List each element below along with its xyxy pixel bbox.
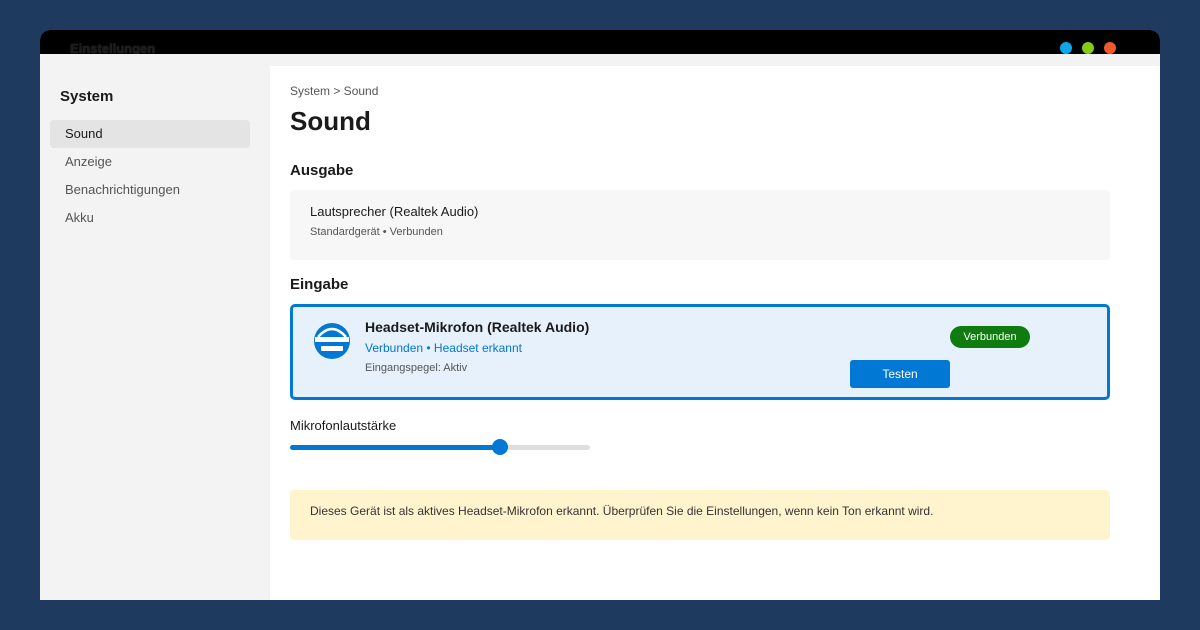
mic-volume-thumb[interactable] (492, 439, 508, 455)
test-button[interactable]: Testen (850, 360, 950, 388)
output-section-title: Ausgabe (290, 162, 354, 179)
connected-badge: Verbunden (950, 326, 1030, 348)
mic-volume-slider[interactable] (290, 439, 590, 455)
output-device-status: Standardgerät • Verbunden (310, 226, 443, 238)
sidebar-item-sound[interactable]: Sound (50, 120, 250, 148)
output-device-name: Lautsprecher (Realtek Audio) (310, 204, 479, 219)
window-title: Einstellungen (70, 42, 156, 54)
mic-volume-fill (290, 445, 500, 450)
headset-icon (314, 323, 350, 359)
input-device-card[interactable]: Headset-Mikrofon (Realtek Audio) Verbund… (290, 304, 1110, 400)
input-level-text: Eingangspegel: Aktiv (365, 362, 468, 374)
info-notice: Dieses Gerät ist als aktives Headset-Mik… (290, 490, 1110, 540)
sidebar: System Sound Anzeige Benachrichtigungen … (40, 54, 260, 600)
breadcrumb[interactable]: System > Sound (290, 84, 378, 98)
mic-volume-label: Mikrofonlautstärke (290, 418, 397, 433)
input-device-name: Headset-Mikrofon (Realtek Audio) (365, 319, 590, 335)
sidebar-nav: Sound Anzeige Benachrichtigungen Akku (50, 120, 250, 232)
sidebar-item-benachrichtigungen[interactable]: Benachrichtigungen (50, 176, 250, 204)
input-section-title: Eingabe (290, 276, 349, 293)
settings-window: Einstellungen System Sound Anzeige Benac… (40, 30, 1160, 600)
sidebar-heading: System (60, 88, 114, 105)
input-device-status: Verbunden • Headset erkannt (365, 341, 522, 355)
output-device-card[interactable]: Lautsprecher (Realtek Audio) Standardger… (290, 190, 1110, 260)
close-dot-icon[interactable] (1104, 42, 1116, 54)
sidebar-item-akku[interactable]: Akku (50, 204, 250, 232)
maximize-dot-icon[interactable] (1082, 42, 1094, 54)
page-title: Sound (290, 106, 371, 136)
window-controls (1060, 42, 1116, 54)
title-bar[interactable]: Einstellungen (40, 30, 1160, 54)
main-content: System > Sound Sound Ausgabe Lautspreche… (270, 66, 1160, 600)
sidebar-item-anzeige[interactable]: Anzeige (50, 148, 250, 176)
minimize-dot-icon[interactable] (1060, 42, 1072, 54)
